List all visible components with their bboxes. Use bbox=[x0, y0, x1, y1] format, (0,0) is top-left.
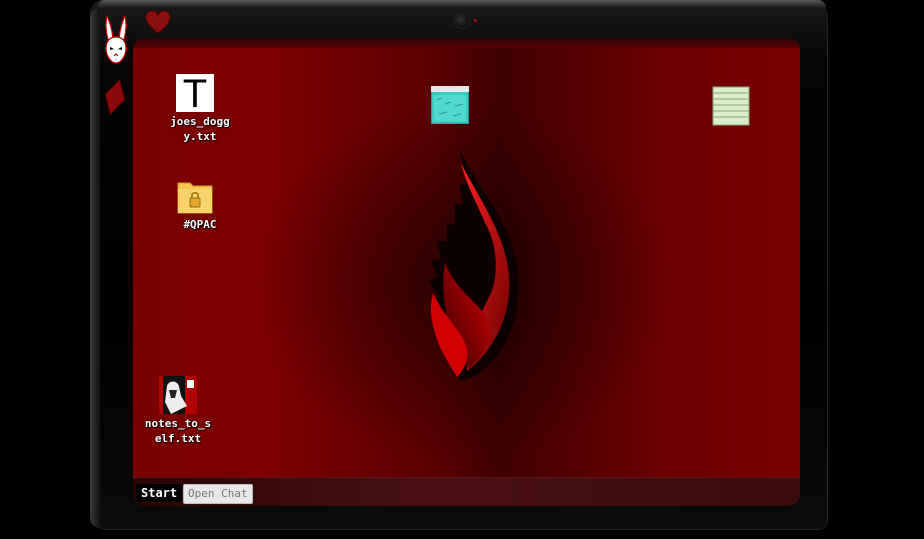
icon-label: joes_dogg y.txt bbox=[170, 115, 230, 143]
heart-icon[interactable] bbox=[145, 10, 171, 34]
green-notes-file-icon[interactable] bbox=[711, 86, 751, 126]
joes-doggy-file-icon[interactable]: T joes_dogg y.txt bbox=[163, 74, 230, 144]
photo-thumbnail-icon bbox=[159, 376, 197, 414]
frame-top-edge bbox=[98, 0, 826, 8]
icon-label: notes_to_s elf.txt bbox=[144, 417, 212, 445]
stacked-notes-icon bbox=[712, 86, 750, 126]
camera-led bbox=[474, 19, 477, 22]
cyan-image-thumbnail bbox=[431, 86, 469, 124]
camera-icon bbox=[454, 13, 470, 29]
desktop-screen: T joes_dogg y.txt #QPAC notes_to_s elf.t… bbox=[133, 38, 800, 506]
text-file-icon: T bbox=[176, 74, 214, 114]
flame-logo-wallpaper bbox=[429, 145, 519, 381]
cyan-image-file-icon[interactable] bbox=[430, 86, 470, 124]
rabbit-icon[interactable] bbox=[102, 14, 130, 66]
taskbar: Start Open Chat bbox=[133, 477, 800, 506]
icon-label: #QPAC bbox=[183, 218, 217, 231]
open-chat-button[interactable]: Open Chat bbox=[183, 484, 253, 504]
folder-lock-icon bbox=[177, 182, 213, 214]
notes-to-self-file-icon[interactable]: notes_to_s elf.txt bbox=[141, 376, 215, 446]
screen-bezel-shadow bbox=[133, 38, 800, 48]
diamond-card-icon[interactable] bbox=[104, 78, 126, 116]
qpac-folder-icon[interactable]: #QPAC bbox=[163, 177, 227, 232]
frame-left-edge bbox=[90, 8, 100, 528]
start-button[interactable]: Start bbox=[136, 484, 183, 502]
